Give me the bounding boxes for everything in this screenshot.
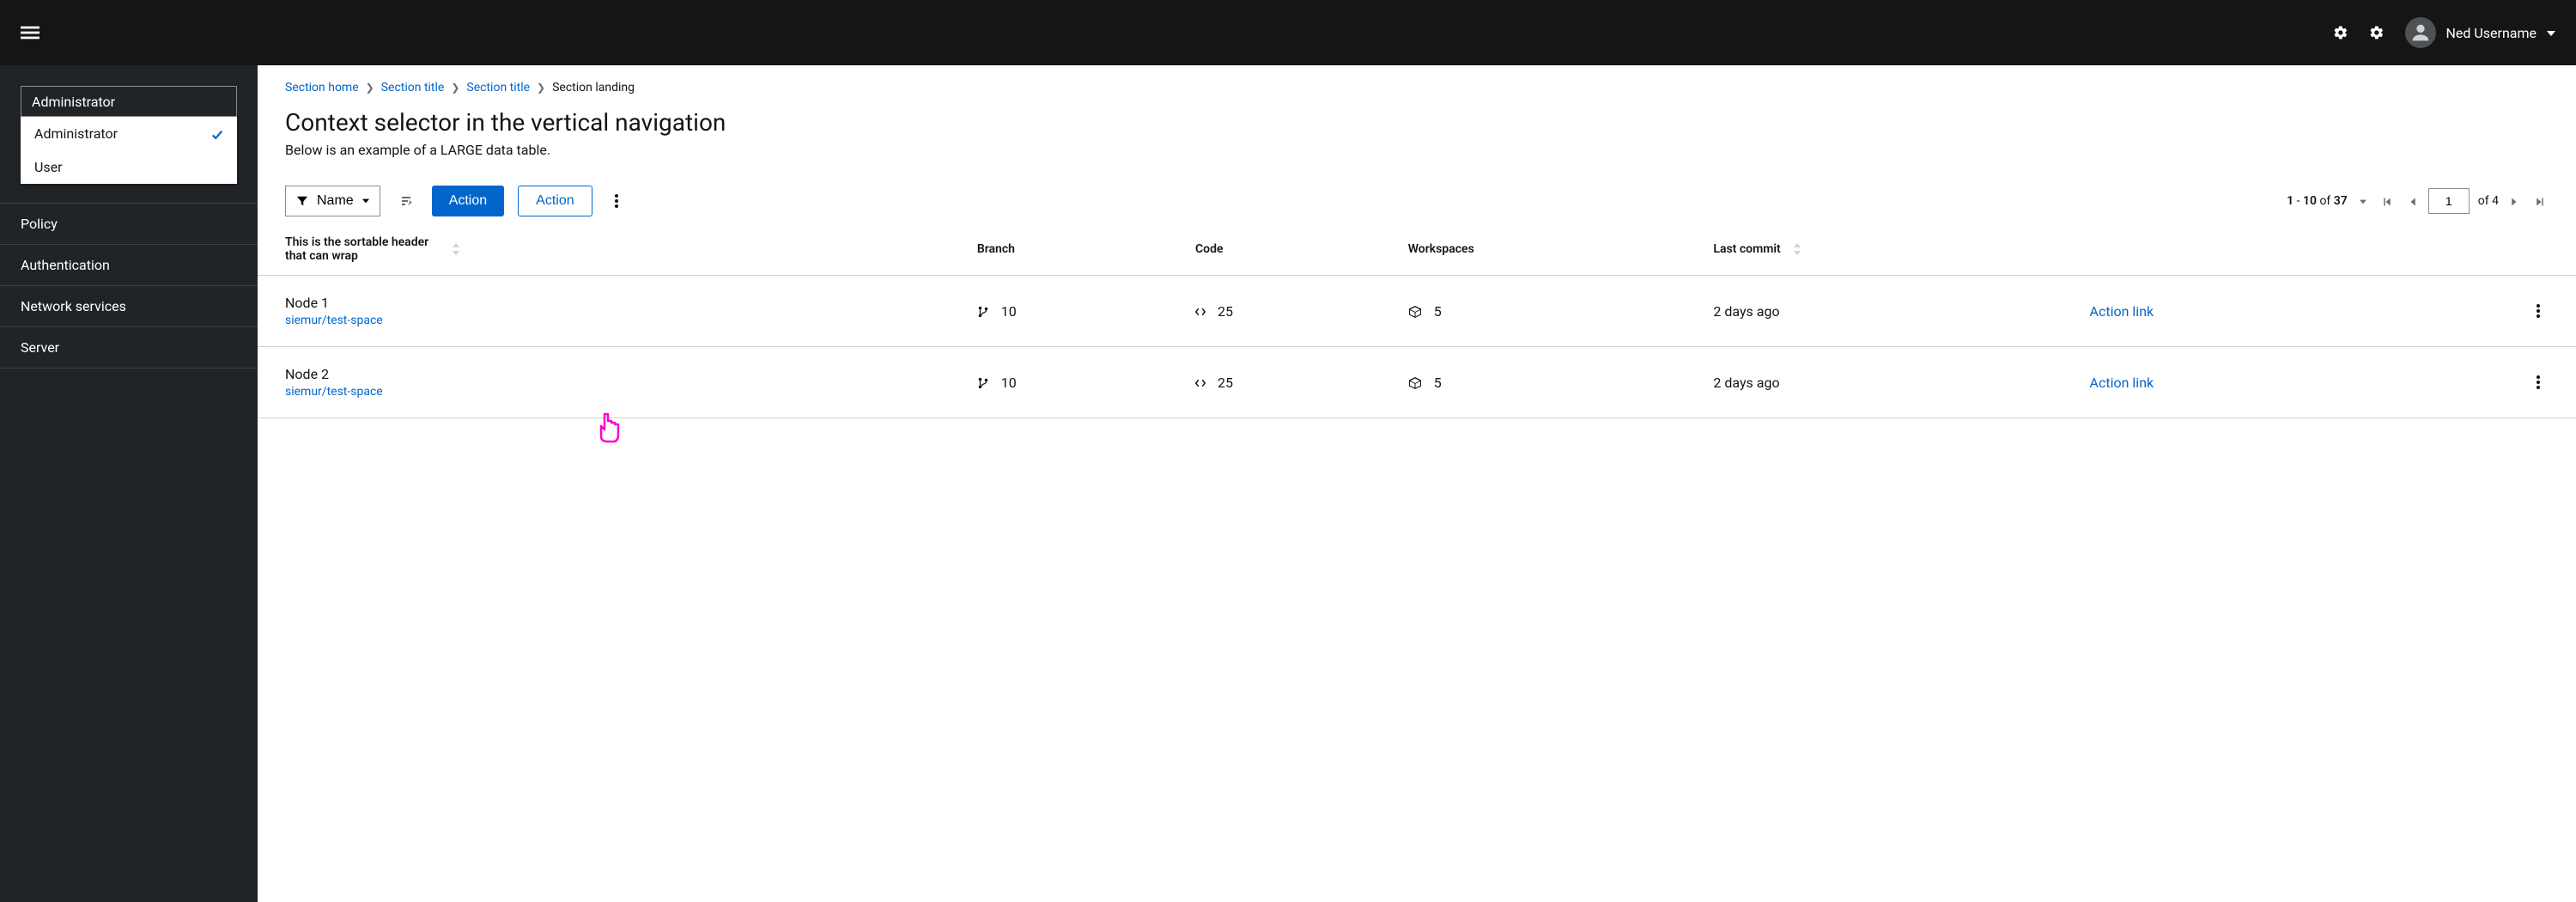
context-selector-label: Administrator	[32, 94, 115, 110]
table-row: Node 1 siemur/test-space 10 25	[258, 276, 2576, 347]
code-value: 25	[1218, 303, 1233, 320]
pagination-total-pages: of 4	[2478, 194, 2499, 208]
col-header-last-commit[interactable]: Last commit	[1699, 223, 2075, 276]
nav-item-server[interactable]: Server	[0, 327, 258, 369]
chevron-right-icon: ❯	[537, 82, 545, 94]
gear-icon[interactable]	[2333, 25, 2348, 40]
pagination-last[interactable]	[2531, 192, 2549, 211]
col-header-action	[2076, 223, 2375, 276]
breadcrumb: Section home ❯ Section title ❯ Section t…	[258, 65, 2576, 94]
context-option-label: Administrator	[34, 125, 118, 142]
breadcrumb-link[interactable]: Section title	[466, 81, 530, 94]
nav-item-network-services[interactable]: Network services	[0, 286, 258, 327]
col-header-sortable[interactable]: This is the sortable header that can wra…	[258, 223, 963, 276]
nav-item-authentication[interactable]: Authentication	[0, 245, 258, 286]
caret-down-icon	[362, 193, 369, 209]
filter-label: Name	[317, 193, 354, 209]
caret-down-icon	[2547, 25, 2555, 41]
sort-indicator-icon	[452, 242, 460, 256]
pagination-prev[interactable]	[2404, 192, 2420, 211]
user-menu[interactable]: Ned Username	[2405, 17, 2555, 48]
context-option-user[interactable]: User	[21, 150, 237, 184]
main-content: Section home ❯ Section title ❯ Section t…	[258, 65, 2576, 902]
row-name: Node 2	[285, 366, 950, 382]
hamburger-icon[interactable]	[21, 23, 39, 42]
code-icon	[1195, 375, 1209, 391]
filter-icon	[296, 193, 308, 209]
pagination-next[interactable]	[2507, 192, 2523, 211]
primary-action-button[interactable]: Action	[432, 186, 504, 216]
sidebar-nav: Policy Authentication Network services S…	[0, 203, 258, 369]
row-action-link[interactable]: Action link	[2090, 303, 2154, 320]
last-commit-value: 2 days ago	[1699, 276, 2075, 347]
secondary-action-button[interactable]: Action	[518, 186, 592, 216]
username-label: Ned Username	[2446, 25, 2537, 41]
row-sublink[interactable]: siemur/test-space	[285, 314, 383, 327]
header-left	[21, 23, 39, 42]
row-kebab-menu[interactable]	[2528, 370, 2549, 394]
code-icon	[1195, 303, 1209, 320]
app-body: Administrator Administrator User Policy …	[0, 65, 2576, 902]
code-value: 25	[1218, 375, 1233, 391]
pagination-page-input[interactable]	[2428, 188, 2470, 214]
col-header-workspaces[interactable]: Workspaces	[1394, 223, 1700, 276]
branch-icon	[977, 375, 993, 391]
workspaces-value: 5	[1434, 375, 1442, 391]
sort-button[interactable]	[394, 189, 418, 213]
branch-icon	[977, 303, 993, 320]
kebab-menu[interactable]	[606, 189, 627, 213]
col-header-kebab	[2374, 223, 2576, 276]
filter-dropdown[interactable]: Name	[285, 186, 380, 216]
row-name: Node 1	[285, 295, 950, 311]
row-action-link[interactable]: Action link	[2090, 375, 2154, 391]
col-header-code[interactable]: Code	[1182, 223, 1394, 276]
row-sublink[interactable]: siemur/test-space	[285, 385, 383, 399]
branch-value: 10	[1001, 303, 1017, 320]
sort-indicator-icon	[1793, 242, 1801, 256]
check-icon	[211, 125, 223, 142]
breadcrumb-link[interactable]: Section title	[381, 81, 445, 94]
context-option-label: User	[34, 159, 63, 175]
page-title: Context selector in the vertical navigat…	[258, 94, 2576, 142]
workspaces-value: 5	[1434, 303, 1442, 320]
toolbar: Name Action Action 1 - 10 of 37	[258, 179, 2576, 223]
col-header-branch[interactable]: Branch	[963, 223, 1182, 276]
pagination-per-page-toggle[interactable]	[2356, 192, 2370, 211]
context-selector[interactable]: Administrator	[21, 86, 237, 117]
data-table: This is the sortable header that can wra…	[258, 223, 2576, 418]
sidebar: Administrator Administrator User Policy …	[0, 65, 258, 902]
nav-item-policy[interactable]: Policy	[0, 203, 258, 245]
table-row: Node 2 siemur/test-space 10 25	[258, 347, 2576, 418]
last-commit-value: 2 days ago	[1699, 347, 2075, 418]
header-right: Ned Username	[2333, 17, 2555, 48]
gear-icon[interactable]	[2369, 25, 2385, 40]
breadcrumb-current: Section landing	[552, 81, 635, 94]
page-description: Below is an example of a LARGE data tabl…	[258, 142, 2576, 179]
pagination: 1 - 10 of 37 of 4	[2287, 188, 2549, 214]
row-kebab-menu[interactable]	[2528, 299, 2549, 323]
cube-icon	[1408, 303, 1425, 320]
avatar	[2405, 17, 2436, 48]
context-option-administrator[interactable]: Administrator	[21, 117, 237, 150]
breadcrumb-link[interactable]: Section home	[285, 81, 359, 94]
pagination-range: 1 - 10 of 37	[2287, 194, 2348, 208]
app-header: Ned Username	[0, 0, 2576, 65]
pagination-first[interactable]	[2379, 192, 2396, 211]
branch-value: 10	[1001, 375, 1017, 391]
cube-icon	[1408, 375, 1425, 391]
context-selector-dropdown: Administrator User	[21, 117, 237, 184]
chevron-right-icon: ❯	[451, 82, 459, 94]
chevron-right-icon: ❯	[366, 82, 374, 94]
table-header-row: This is the sortable header that can wra…	[258, 223, 2576, 276]
